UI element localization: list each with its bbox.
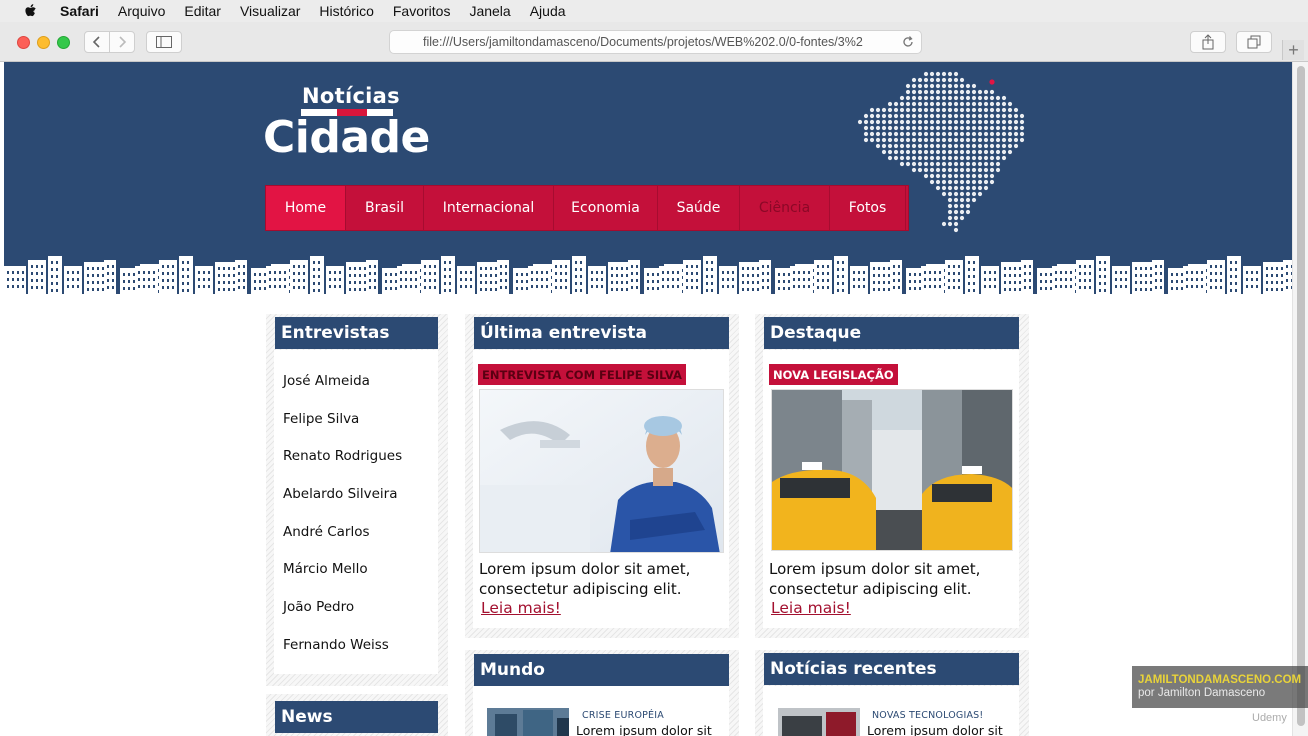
apple-logo-icon[interactable] [22, 2, 40, 20]
share-icon [1202, 34, 1214, 50]
close-window-button[interactable] [17, 36, 30, 49]
menu-editar[interactable]: Editar [184, 3, 221, 19]
share-button[interactable] [1190, 31, 1226, 53]
recentes-thumbnail[interactable] [778, 708, 860, 736]
interview-tag: ENTREVISTA COM FELIPE SILVA [478, 364, 686, 385]
taxi-photo[interactable] [771, 389, 1013, 551]
menu-arquivo[interactable]: Arquivo [118, 3, 165, 19]
menu-ajuda[interactable]: Ajuda [530, 3, 566, 19]
zoom-window-button[interactable] [57, 36, 70, 49]
mundo-panel: Mundo CRISE EUROPÉIA Lorem ipsum dolor s… [465, 650, 739, 736]
doctor-photo[interactable] [479, 389, 724, 553]
menu-visualizar[interactable]: Visualizar [240, 3, 300, 19]
nav-item-home[interactable]: Home [266, 186, 346, 230]
interview-lead-text: Lorem ipsum dolor sit amet, consectetur … [479, 560, 691, 598]
udemy-watermark: Udemy [1252, 712, 1287, 724]
address-bar[interactable]: file:///Users/jamiltondamasceno/Document… [389, 30, 922, 54]
entrevistas-list: José Almeida Felipe Silva Renato Rodrigues… [283, 362, 433, 664]
taxi-image [772, 390, 1012, 550]
recentes-category[interactable]: NOVAS TECNOLOGIAS! [872, 710, 983, 721]
nav-item-internacional[interactable]: Internacional [424, 186, 554, 230]
interview-item[interactable]: Abelardo Silveira [283, 475, 433, 513]
nav-item-brasil[interactable]: Brasil [346, 186, 424, 230]
menu-app-safari[interactable]: Safari [60, 3, 99, 19]
web-page: Notícias Cidade Home Brasil Internacional E… [4, 62, 1292, 736]
destaque-read-more-link[interactable]: Leia mais! [771, 599, 851, 617]
mundo-text: Lorem ipsum dolor sit [576, 723, 712, 736]
logo-cidade[interactable]: Cidade [263, 112, 430, 163]
noticias-recentes-title: Notícias recentes [764, 653, 1019, 685]
show-tabs-button[interactable] [1236, 31, 1272, 53]
nav-item-fotos[interactable]: Fotos [830, 186, 906, 230]
mac-menubar: Safari Arquivo Editar Visualizar Históri… [0, 0, 1308, 22]
logo-noticias[interactable]: Notícias [302, 84, 400, 108]
nav-item-economia[interactable]: Economia [554, 186, 658, 230]
destaque-tag: NOVA LEGISLAÇÃO [769, 364, 898, 385]
new-tab-button[interactable]: + [1282, 40, 1304, 60]
author-watermark: JAMILTONDAMASCENO.COM por Jamilton Damas… [1132, 666, 1308, 708]
noticias-recentes-panel: Notícias recentes NOVAS TECNOLOGIAS! Lor… [755, 650, 1029, 736]
back-button[interactable] [84, 31, 110, 53]
entrevistas-title: Entrevistas [275, 317, 438, 349]
plus-icon: + [1288, 39, 1299, 60]
menu-historico[interactable]: Histórico [319, 3, 373, 19]
interview-item[interactable]: Márcio Mello [283, 550, 433, 588]
doctor-image [480, 390, 723, 552]
interview-item[interactable]: André Carlos [283, 513, 433, 551]
nav-item-saude[interactable]: Saúde [658, 186, 740, 230]
tabs-icon [1247, 35, 1261, 49]
ultima-entrevista-title: Última entrevista [474, 317, 729, 349]
recentes-text: Lorem ipsum dolor sit [867, 723, 1003, 736]
minimize-window-button[interactable] [37, 36, 50, 49]
interview-read-more-link[interactable]: Leia mais! [481, 599, 561, 617]
page-scrollbar[interactable] [1292, 62, 1308, 736]
menu-janela[interactable]: Janela [469, 3, 510, 19]
interview-item[interactable]: Renato Rodrigues [283, 437, 433, 475]
main-navigation: Home Brasil Internacional Economia Saúde Ciên… [265, 185, 909, 231]
browser-toolbar: file:///Users/jamiltondamasceno/Document… [0, 22, 1308, 62]
mundo-title: Mundo [474, 654, 729, 686]
news-panel: News [266, 694, 448, 736]
entrevistas-panel: Entrevistas José Almeida Felipe Silva Rena… [266, 314, 448, 686]
menu-favoritos[interactable]: Favoritos [393, 3, 451, 19]
destaque-lead-text: Lorem ipsum dolor sit amet, consectetur … [769, 560, 981, 598]
reload-icon[interactable] [901, 35, 915, 49]
city-skyline-graphic [4, 246, 1292, 298]
scrollbar-thumb[interactable] [1297, 66, 1305, 726]
watermark-site: JAMILTONDAMASCENO.COM [1138, 674, 1302, 686]
destaque-panel: Destaque NOVA LEGISLAÇÃO Lorem ipsum dol… [755, 314, 1029, 638]
interview-item[interactable]: Fernando Weiss [283, 626, 433, 664]
forward-button[interactable] [109, 31, 135, 53]
sidebar-icon [156, 36, 172, 48]
forward-icon [119, 36, 127, 48]
news-title: News [275, 701, 438, 733]
interview-item[interactable]: João Pedro [283, 588, 433, 626]
destaque-title: Destaque [764, 317, 1019, 349]
interview-item[interactable]: José Almeida [283, 362, 433, 400]
nav-item-ciencia[interactable]: Ciência [740, 186, 830, 230]
interview-item[interactable]: Felipe Silva [283, 400, 433, 438]
sidebar-toggle-button[interactable] [146, 31, 182, 53]
mundo-thumbnail[interactable] [487, 708, 569, 736]
back-icon [92, 36, 100, 48]
watermark-author: por Jamilton Damasceno [1138, 687, 1266, 699]
ultima-entrevista-panel: Última entrevista ENTREVISTA COM FELIPE … [465, 314, 739, 638]
url-text: file:///Users/jamiltondamasceno/Document… [423, 35, 863, 49]
mundo-category[interactable]: CRISE EUROPÉIA [582, 710, 664, 721]
